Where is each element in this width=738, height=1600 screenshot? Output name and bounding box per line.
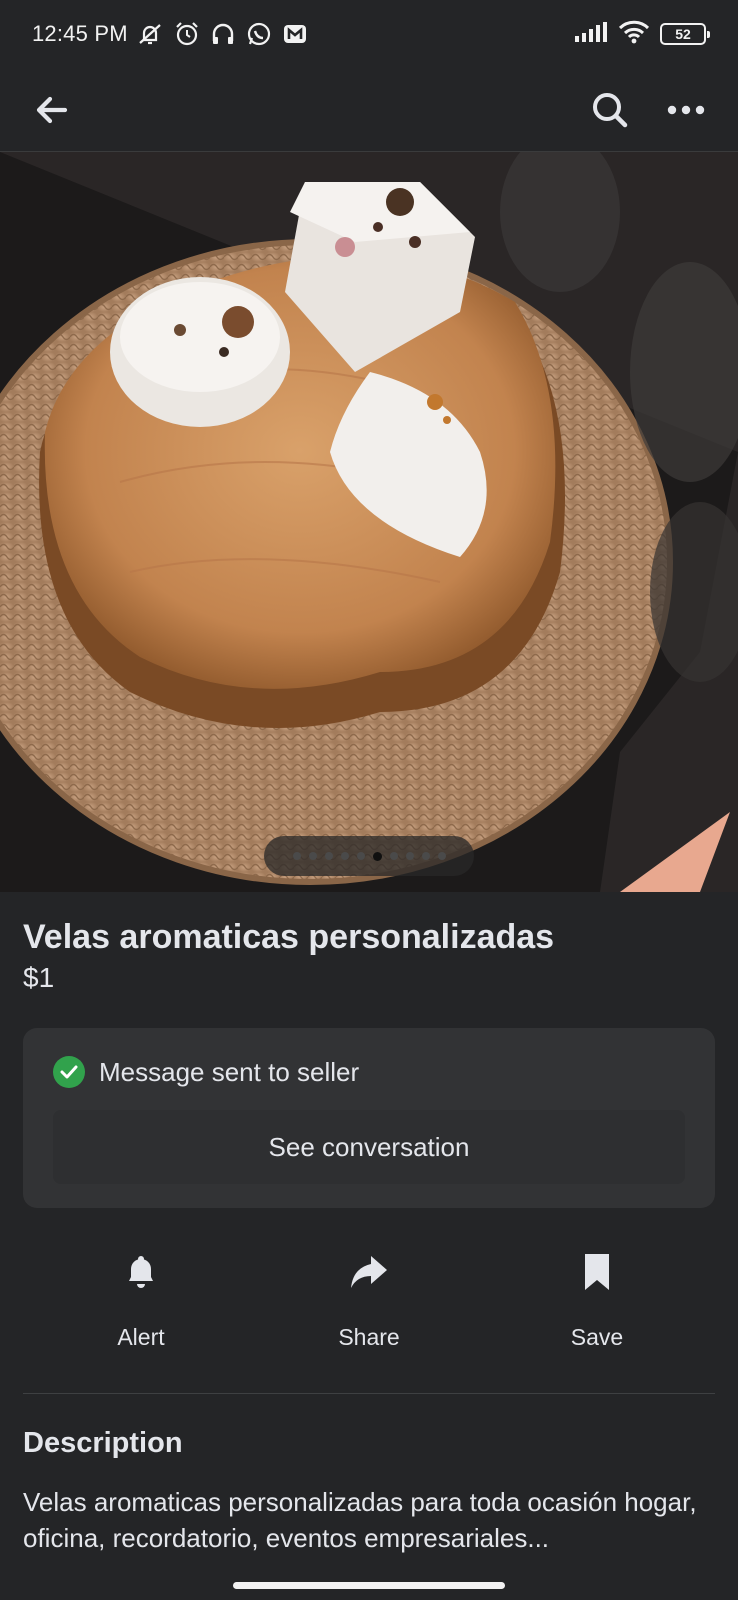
wifi-icon <box>618 20 650 49</box>
status-bar: 12:45 PM 52 <box>0 0 738 68</box>
divider <box>23 1393 715 1394</box>
save-button[interactable]: Save <box>517 1242 677 1362</box>
share-button[interactable]: Share <box>289 1242 449 1362</box>
gallery-dot <box>421 852 430 860</box>
battery-icon: 52 <box>660 23 710 45</box>
app-m-icon <box>282 21 308 47</box>
listing-photo[interactable] <box>0 152 738 892</box>
checkmark-circle-icon <box>53 1056 85 1088</box>
message-sent-card: Message sent to seller See conversation <box>23 1028 715 1208</box>
gallery-dot <box>308 852 317 860</box>
save-label: Save <box>570 1324 624 1350</box>
arrow-left-icon <box>36 96 68 123</box>
gallery-dot <box>340 852 349 860</box>
listing-title: Velas aromaticas personalizadas <box>23 918 555 956</box>
gallery-dot <box>356 852 365 860</box>
whatsapp-icon <box>246 21 272 47</box>
headphones-icon <box>210 21 236 47</box>
gallery-dot <box>389 852 398 860</box>
home-indicator[interactable] <box>233 1582 505 1589</box>
alarm-icon <box>174 21 200 47</box>
description-heading: Description <box>23 1427 183 1459</box>
gallery-dot <box>437 852 446 860</box>
message-status: Message sent to seller <box>99 1056 360 1087</box>
share-arrow-icon <box>339 1242 399 1302</box>
more-horizontal-icon <box>667 105 705 114</box>
share-label: Share <box>338 1324 400 1350</box>
top-nav <box>0 68 738 152</box>
signal-icon <box>574 21 608 48</box>
bell-icon <box>111 1242 171 1302</box>
search-icon <box>593 92 628 127</box>
more-button[interactable] <box>658 82 714 138</box>
alert-button[interactable]: Alert <box>61 1242 221 1362</box>
description-text: Velas aromaticas personalizadas para tod… <box>23 1487 697 1553</box>
bookmark-icon <box>567 1242 627 1302</box>
alert-label: Alert <box>117 1324 165 1350</box>
listing-price: $1 <box>23 962 55 993</box>
gallery-pagination <box>264 836 474 876</box>
candles-photo <box>0 152 738 892</box>
muted-notifications-icon <box>136 21 164 47</box>
search-button[interactable] <box>582 82 638 138</box>
action-bar: Alert Share Save <box>23 1242 715 1362</box>
gallery-dot <box>405 852 414 860</box>
gallery-dot <box>372 851 382 861</box>
gallery-dot <box>292 852 301 860</box>
status-time: 12:45 PM <box>32 21 128 46</box>
gallery-dot <box>324 852 333 860</box>
back-button[interactable] <box>24 82 80 138</box>
see-conversation-button[interactable]: See conversation <box>53 1110 685 1184</box>
